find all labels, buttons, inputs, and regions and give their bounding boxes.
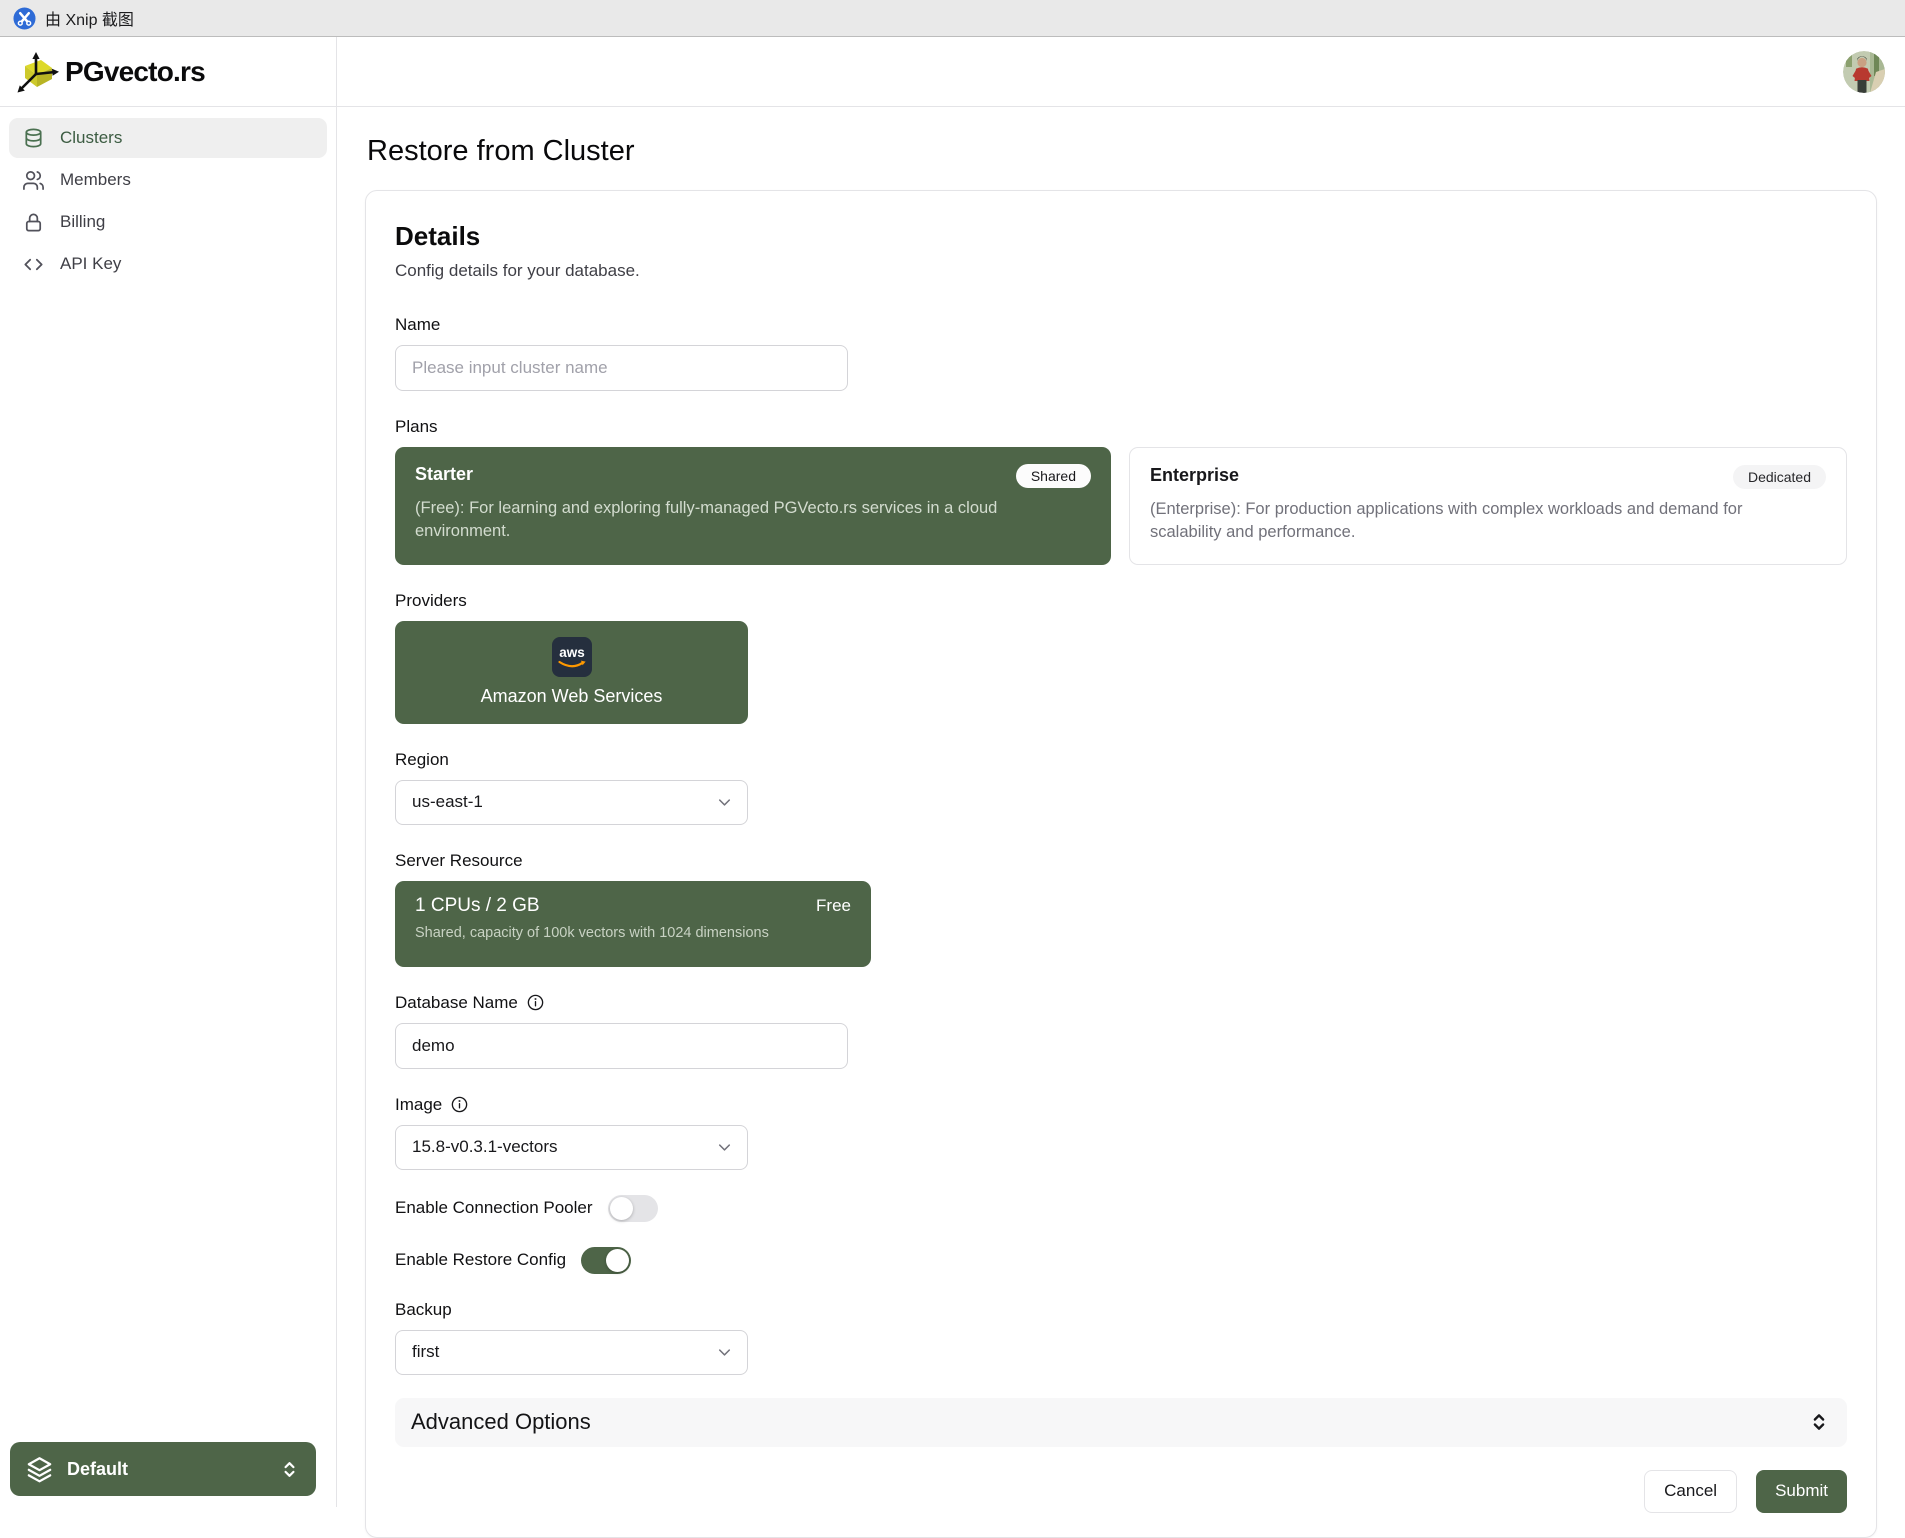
layers-icon [26,1456,53,1483]
database-name-group: Database Name [395,993,1847,1069]
plan-title: Starter [415,464,473,485]
lock-icon [22,211,45,234]
database-name-label: Database Name [395,993,518,1013]
users-icon [22,169,45,192]
server-resource-label: Server Resource [395,851,1847,871]
plan-description: (Enterprise): For production application… [1150,498,1800,545]
logo-text: PGvecto.rs [65,56,205,88]
sidebar-logo[interactable]: PGvecto.rs [0,37,336,107]
plan-option-enterprise[interactable]: Enterprise Dedicated (Enterprise): For p… [1129,447,1847,565]
capture-menubar: 由 Xnip 截图 [0,0,1905,37]
backup-value: first [412,1342,439,1362]
form-actions: Cancel Submit [395,1470,1847,1513]
providers-field-group: Providers aws Amazon Web Services [395,591,1847,724]
details-card: Details Config details for your database… [365,190,1877,1538]
provider-option-aws[interactable]: aws Amazon Web Services [395,621,748,724]
plan-badge: Dedicated [1733,465,1826,489]
capture-app-label: 由 Xnip 截图 [45,6,134,30]
sidebar-item-label: Billing [60,212,105,232]
org-label: Default [67,1459,265,1480]
restore-config-label: Enable Restore Config [395,1250,566,1270]
image-select[interactable]: 15.8-v0.3.1-vectors [395,1125,748,1170]
section-subtitle: Config details for your database. [395,261,1847,281]
sidebar-item-members[interactable]: Members [9,160,327,200]
server-resource-option[interactable]: 1 CPUs / 2 GB Free Shared, capacity of 1… [395,881,871,967]
region-label: Region [395,750,1847,770]
region-select[interactable]: us-east-1 [395,780,748,825]
image-label: Image [395,1095,442,1115]
aws-icon: aws [552,637,592,677]
image-value: 15.8-v0.3.1-vectors [412,1137,558,1157]
resource-free-badge: Free [816,896,851,916]
backup-field-group: Backup first [395,1300,1847,1375]
advanced-options-label: Advanced Options [411,1409,591,1435]
code-icon [22,253,45,276]
plan-description: (Free): For learning and exploring fully… [415,497,1065,544]
main-area: Restore from Cluster Details Config deta… [337,37,1905,1507]
connection-pooler-toggle[interactable] [608,1195,658,1222]
xnip-icon [13,7,36,30]
backup-select[interactable]: first [395,1330,748,1375]
sidebar-item-clusters[interactable]: Clusters [9,118,327,158]
sidebar-item-billing[interactable]: Billing [9,202,327,242]
plan-badge: Shared [1016,464,1091,488]
submit-button[interactable]: Submit [1756,1470,1847,1513]
resource-title: 1 CPUs / 2 GB [415,895,540,917]
connection-pooler-label: Enable Connection Pooler [395,1198,593,1218]
chevrons-up-down-icon [279,1459,300,1480]
plan-title: Enterprise [1150,465,1239,486]
plan-option-starter[interactable]: Starter Shared (Free): For learning and … [395,447,1111,565]
sidebar-item-label: Clusters [60,128,122,148]
pgvecto-logo-icon [14,49,60,95]
page-content: Restore from Cluster Details Config deta… [337,107,1905,1538]
chevrons-up-down-icon [1808,1411,1830,1433]
name-field-group: Name [395,315,1847,391]
org-switcher[interactable]: Default [10,1442,316,1496]
sidebar-nav: Clusters Members [0,107,336,297]
provider-label: Amazon Web Services [481,686,663,707]
chevron-down-icon [715,793,734,812]
sidebar-item-api-key[interactable]: API Key [9,244,327,284]
chevron-down-icon [715,1343,734,1362]
resource-description: Shared, capacity of 100k vectors with 10… [415,925,851,941]
chevron-down-icon [715,1138,734,1157]
page-title: Restore from Cluster [367,135,1877,168]
database-icon [22,127,45,150]
plans-field-group: Plans Starter Shared (Free): For learnin… [395,417,1847,565]
section-title: Details [395,221,1847,252]
name-label: Name [395,315,1847,335]
sidebar-item-label: Members [60,170,131,190]
image-field-group: Image 15.8-v0.3.1-vectors [395,1095,1847,1170]
restore-config-toggle[interactable] [581,1247,631,1274]
region-value: us-east-1 [412,792,483,812]
user-avatar[interactable] [1843,51,1885,93]
restore-config-row: Enable Restore Config [395,1247,1847,1274]
info-icon[interactable] [526,993,545,1012]
connection-pooler-row: Enable Connection Pooler [395,1195,1847,1222]
top-header [337,37,1905,107]
server-resource-group: Server Resource 1 CPUs / 2 GB Free Share… [395,851,1847,967]
database-name-input[interactable] [395,1023,848,1069]
advanced-options-toggle[interactable]: Advanced Options [395,1398,1847,1447]
plans-label: Plans [395,417,1847,437]
cluster-name-input[interactable] [395,345,848,391]
cancel-button[interactable]: Cancel [1644,1470,1737,1513]
sidebar-item-label: API Key [60,254,121,274]
providers-label: Providers [395,591,1847,611]
plans-options: Starter Shared (Free): For learning and … [395,447,1847,565]
svg-text:aws: aws [559,645,585,660]
info-icon[interactable] [450,1095,469,1114]
region-field-group: Region us-east-1 [395,750,1847,825]
sidebar: PGvecto.rs Clusters [0,37,337,1507]
backup-label: Backup [395,1300,1847,1320]
